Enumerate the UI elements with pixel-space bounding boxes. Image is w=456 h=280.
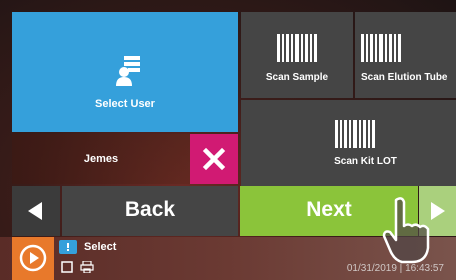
back-button[interactable]: Back: [62, 186, 238, 236]
status-message: Select: [84, 241, 117, 253]
barcode-icon: [335, 120, 377, 148]
select-user-label: Select User: [95, 98, 155, 110]
barcode-icon: [277, 34, 319, 62]
scan-elution-tube-label: Scan Elution Tube: [361, 72, 448, 83]
arrow-left-icon: [28, 202, 42, 220]
play-button[interactable]: [12, 237, 54, 280]
back-label: Back: [124, 198, 176, 221]
close-icon: [202, 147, 226, 171]
message-icon: [59, 240, 77, 254]
selected-user-tile: Jemes: [12, 134, 190, 184]
document-icon: [61, 261, 73, 273]
scan-kit-lot-tile[interactable]: Scan Kit LOT: [241, 100, 456, 186]
screen: Select User Scan Sample Scan Elution Tub…: [0, 0, 456, 280]
user-list-icon: [116, 56, 140, 86]
scan-elution-tube-tile[interactable]: Scan Elution Tube: [355, 12, 456, 98]
printer-icon[interactable]: [80, 261, 94, 273]
scan-sample-label: Scan Sample: [265, 72, 329, 83]
selected-user-name: Jemes: [83, 153, 119, 165]
previous-arrow-button[interactable]: [12, 186, 60, 236]
hand-pointer-icon: [382, 197, 430, 264]
remove-user-button[interactable]: [190, 134, 238, 184]
barcode-icon: [361, 34, 403, 62]
scan-kit-lot-label: Scan Kit LOT: [334, 156, 397, 167]
select-user-tile[interactable]: Select User: [12, 12, 238, 132]
scan-sample-tile[interactable]: Scan Sample: [241, 12, 353, 98]
play-icon: [19, 244, 47, 272]
